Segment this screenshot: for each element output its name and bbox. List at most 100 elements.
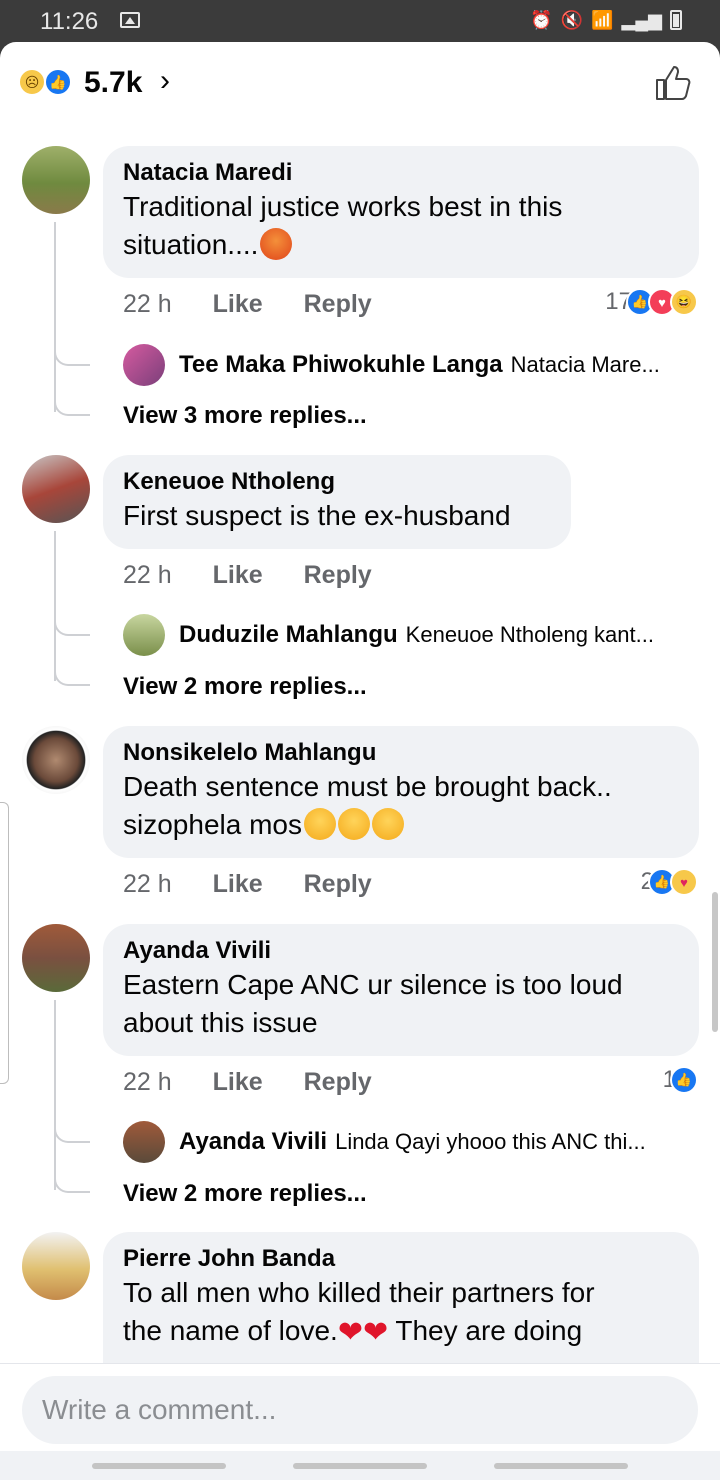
comment-time: 22 h xyxy=(123,290,172,318)
reply-author: Duduzile Mahlangu xyxy=(179,621,398,648)
crying-emoji-icon xyxy=(337,808,370,840)
like-button[interactable]: Like xyxy=(213,561,263,589)
heart-emoji-icon: ❤ xyxy=(337,1316,363,1349)
comment-text: Traditional justice works best in this xyxy=(123,191,563,222)
reply-button[interactable]: Reply xyxy=(304,290,372,318)
thread-line xyxy=(54,531,56,681)
comment-text: Death sentence must be brought back.. xyxy=(123,771,612,802)
comment-text-cont: sizophela mos xyxy=(123,809,302,840)
comment-actions: 22 h Like Reply xyxy=(123,561,406,590)
comment-bubble[interactable]: Keneuoe Ntholeng First suspect is the ex… xyxy=(103,455,571,549)
comment-bubble[interactable]: Natacia Maredi Traditional justice works… xyxy=(103,146,699,278)
comment-reactions[interactable]: 2 👍 ♥ xyxy=(641,868,698,896)
commenter-name[interactable]: Nonsikelelo Mahlangu xyxy=(123,738,679,768)
status-icons: ⏰ 🔇 📶 ▂▄▆ xyxy=(530,10,682,30)
commenter-name[interactable]: Keneuoe Ntholeng xyxy=(123,467,551,497)
comment-text-line: the name of love.❤❤ They are doing xyxy=(123,1312,679,1352)
sad-reaction-icon: ☹ xyxy=(18,68,46,96)
avatar[interactable] xyxy=(22,924,90,992)
comment-actions: 22 h Like Reply xyxy=(123,870,406,899)
comment-bubble[interactable]: Nonsikelelo Mahlangu Death sentence must… xyxy=(103,726,699,858)
gallery-icon xyxy=(120,12,140,28)
thread-elbow xyxy=(54,394,90,416)
alarm-icon: ⏰ xyxy=(530,10,553,30)
side-panel-edge xyxy=(0,802,9,1084)
chevron-right-icon[interactable]: › xyxy=(160,64,170,98)
view-more-replies[interactable]: View 2 more replies... xyxy=(123,1180,367,1208)
comment-bubble[interactable]: Ayanda Vivili Eastern Cape ANC ur silenc… xyxy=(103,924,699,1056)
nav-back-button[interactable] xyxy=(494,1463,628,1469)
scrollbar[interactable] xyxy=(712,892,718,1032)
reactions-header[interactable]: ☹ 👍 5.7k › xyxy=(0,42,720,126)
reply-button[interactable]: Reply xyxy=(304,561,372,589)
battery-icon xyxy=(670,10,682,30)
comment-reactions[interactable]: 1 👍 xyxy=(663,1066,698,1094)
reply-preview[interactable]: Duduzile Mahlangu Keneuoe Ntholeng kant.… xyxy=(123,613,654,657)
reply-preview[interactable]: Ayanda Vivili Linda Qayi yhooo this ANC … xyxy=(123,1120,646,1164)
haha-reaction-icon: 😆 xyxy=(670,288,698,316)
comment-text-line: situation.... xyxy=(123,226,679,264)
avatar[interactable] xyxy=(22,455,90,523)
reply-author: Ayanda Vivili xyxy=(179,1128,328,1155)
reaction-count[interactable]: 5.7k xyxy=(84,66,142,100)
commenter-name[interactable]: Natacia Maredi xyxy=(123,158,679,188)
mute-icon: 🔇 xyxy=(560,10,584,30)
crying-emoji-icon xyxy=(371,808,404,840)
comment-time: 22 h xyxy=(123,870,172,898)
care-reaction-icon: ♥ xyxy=(670,868,698,896)
avatar[interactable] xyxy=(22,1232,90,1300)
reply-preview[interactable]: Tee Maka Phiwokuhle Langa Natacia Mare..… xyxy=(123,343,660,387)
reply-avatar xyxy=(123,1121,165,1163)
comment-text-cont2: They are doing xyxy=(388,1315,583,1346)
comment-actions: 22 h Like Reply xyxy=(123,290,406,319)
signal-icon: ▂▄▆ xyxy=(621,10,662,30)
thread-line xyxy=(54,222,56,412)
comment-text-line: sizophela mos xyxy=(123,806,679,844)
comment-text: Eastern Cape ANC ur silence is too loud xyxy=(123,969,623,1000)
reaction-icons: ☹ 👍 xyxy=(18,68,78,100)
thread-elbow xyxy=(54,1171,90,1193)
comment-time: 22 h xyxy=(123,1068,172,1096)
like-reaction-icon: 👍 xyxy=(44,68,72,96)
reply-text: Linda Qayi yhooo this ANC thi... xyxy=(335,1129,646,1154)
comment-text-cont: the name of love. xyxy=(123,1315,338,1346)
avatar[interactable] xyxy=(22,146,90,214)
thread-elbow xyxy=(54,664,90,686)
like-button[interactable]: Like xyxy=(213,1068,263,1096)
comment-reactions[interactable]: 17 👍 ♥ 😆 xyxy=(605,288,698,316)
commenter-name[interactable]: Ayanda Vivili xyxy=(123,936,679,966)
comment-text: To all men who killed their partners for xyxy=(123,1277,595,1308)
reply-text: Keneuoe Ntholeng kant... xyxy=(405,622,654,647)
reply-avatar xyxy=(123,614,165,656)
thread-line xyxy=(54,1000,56,1190)
view-more-replies[interactable]: View 3 more replies... xyxy=(123,402,367,430)
thread-elbow xyxy=(54,614,90,636)
comment-input[interactable] xyxy=(22,1376,698,1444)
reply-button[interactable]: Reply xyxy=(304,870,372,898)
comment-actions: 22 h Like Reply xyxy=(123,1068,406,1097)
angry-emoji-icon xyxy=(260,228,293,260)
avatar[interactable] xyxy=(22,726,90,794)
comment-text-cont: about this issue xyxy=(123,1007,318,1038)
nav-home-button[interactable] xyxy=(293,1463,427,1469)
comment-composer xyxy=(0,1363,720,1480)
reply-button[interactable]: Reply xyxy=(304,1068,372,1096)
status-time: 11:26 xyxy=(40,8,99,35)
thread-elbow xyxy=(54,344,90,366)
comment-time: 22 h xyxy=(123,561,172,589)
heart-emoji-icon: ❤ xyxy=(362,1316,389,1349)
navigation-bar xyxy=(0,1451,720,1480)
reply-text: Natacia Mare... xyxy=(510,352,660,377)
like-reaction-icon: 👍 xyxy=(670,1066,698,1094)
crying-emoji-icon xyxy=(303,808,336,840)
view-more-replies[interactable]: View 2 more replies... xyxy=(123,673,367,701)
nav-recents-button[interactable] xyxy=(92,1463,226,1469)
like-button[interactable]: Like xyxy=(213,870,263,898)
comment-text-cont: situation.... xyxy=(123,229,259,260)
comments-sheet: ☹ 👍 5.7k › Natacia Maredi Traditional ju… xyxy=(0,42,720,1480)
like-button[interactable]: Like xyxy=(213,290,263,318)
reply-avatar xyxy=(123,344,165,386)
comment-text: First suspect is the ex-husband xyxy=(123,500,511,531)
commenter-name[interactable]: Pierre John Banda xyxy=(123,1244,679,1274)
like-button-icon[interactable] xyxy=(654,64,692,102)
